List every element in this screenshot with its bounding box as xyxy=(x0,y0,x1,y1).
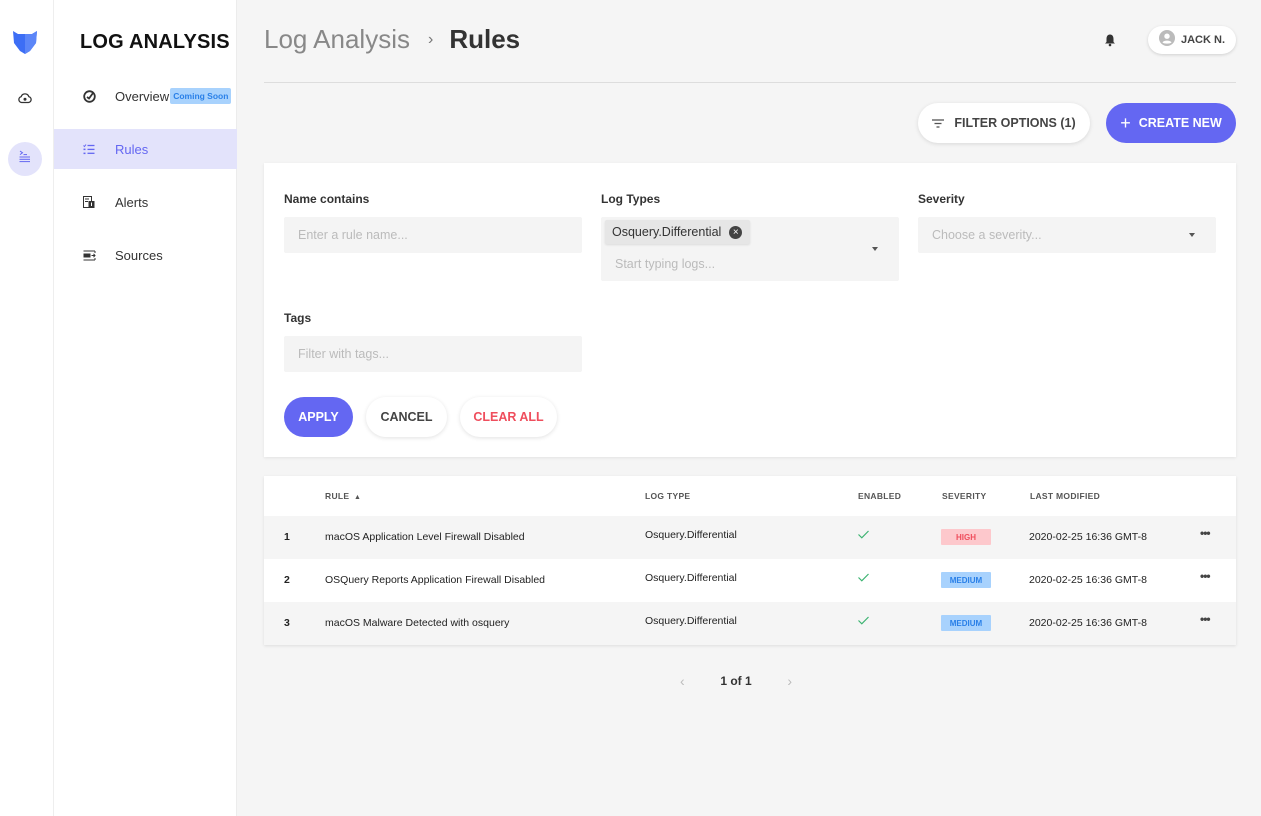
rules-table: RULE ▲ LOG TYPE ENABLED SEVERITY LAST MO… xyxy=(264,476,1236,645)
enabled-check-icon xyxy=(858,616,869,628)
rule-name-link[interactable]: OSQuery Reports Application Firewall Dis… xyxy=(325,574,545,586)
name-contains-placeholder: Enter a rule name... xyxy=(298,228,408,242)
cancel-button[interactable]: CANCEL xyxy=(366,397,447,437)
more-options-icon[interactable]: ••• xyxy=(1200,612,1211,626)
severity-badge: MEDIUM xyxy=(941,615,991,631)
row-index: 3 xyxy=(284,617,290,629)
avatar-icon xyxy=(1159,29,1175,51)
rule-name-link[interactable]: macOS Application Level Firewall Disable… xyxy=(325,531,525,543)
filter-panel: Name contains Enter a rule name... Log T… xyxy=(264,163,1236,457)
severity-placeholder: Choose a severity... xyxy=(932,228,1042,242)
filter-options-label: FILTER OPTIONS (1) xyxy=(954,116,1076,130)
nav-item-rules[interactable]: Rules xyxy=(54,129,237,169)
checklist-icon xyxy=(82,142,96,156)
user-menu-button[interactable]: JACK N. xyxy=(1148,26,1236,54)
row-log-type: Osquery.Differential xyxy=(645,615,737,627)
create-new-label: CREATE NEW xyxy=(1138,116,1222,130)
prev-page-icon[interactable]: ‹ xyxy=(680,673,685,689)
name-contains-input[interactable]: Enter a rule name... xyxy=(284,217,582,253)
coming-soon-badge: Coming Soon xyxy=(170,88,232,104)
enabled-check-icon xyxy=(858,573,869,585)
sort-ascending-icon: ▲ xyxy=(354,494,362,501)
clear-all-button[interactable]: CLEAR ALL xyxy=(460,397,557,437)
next-page-icon[interactable]: › xyxy=(787,673,792,689)
filter-icon xyxy=(932,118,945,128)
plus-icon: + xyxy=(1120,112,1131,133)
log-type-chip-label: Osquery.Differential xyxy=(612,225,722,239)
nav-item-alerts[interactable]: Alerts xyxy=(54,182,237,222)
row-log-type: Osquery.Differential xyxy=(645,529,737,541)
column-header-rule-label: RULE xyxy=(325,491,350,501)
row-index: 2 xyxy=(284,574,290,586)
table-row[interactable]: 2 OSQuery Reports Application Firewall D… xyxy=(264,559,1236,602)
icon-rail xyxy=(0,0,54,816)
header-divider xyxy=(264,82,1236,83)
enabled-check-icon xyxy=(858,530,869,542)
panther-logo-icon[interactable] xyxy=(12,29,38,55)
apply-button[interactable]: APPLY xyxy=(284,397,353,437)
breadcrumb-log-analysis[interactable]: Log Analysis xyxy=(264,24,410,55)
nav-item-sources[interactable]: Sources xyxy=(54,235,237,275)
tags-input[interactable]: Filter with tags... xyxy=(284,336,582,372)
section-title: LOG ANALYSIS xyxy=(80,31,230,53)
user-name: JACK N. xyxy=(1181,34,1226,46)
rail-cloud-security-button[interactable] xyxy=(8,83,42,117)
terminal-list-icon xyxy=(19,150,31,168)
row-last-modified: 2020-02-25 16:36 GMT-8 xyxy=(1029,574,1147,586)
rule-name-link[interactable]: macOS Malware Detected with osquery xyxy=(325,617,509,629)
name-contains-label: Name contains xyxy=(284,192,370,206)
severity-dropdown-caret-icon xyxy=(1189,233,1195,237)
column-header-severity[interactable]: SEVERITY xyxy=(942,491,986,501)
create-new-button[interactable]: + CREATE NEW xyxy=(1106,103,1236,143)
log-type-chip: Osquery.Differential × xyxy=(605,220,751,244)
remove-chip-icon[interactable]: × xyxy=(729,225,743,239)
gauge-check-icon xyxy=(82,89,96,103)
secondary-nav: LOG ANALYSIS Overview Coming Soon Rules … xyxy=(54,0,237,816)
log-types-label: Log Types xyxy=(601,192,661,206)
page-indicator: 1 of 1 xyxy=(720,674,752,688)
log-types-placeholder: Start typing logs... xyxy=(615,257,716,271)
nav-label-alerts: Alerts xyxy=(115,194,149,210)
nav-label-overview: Overview xyxy=(115,88,170,104)
cloud-eye-icon xyxy=(18,91,32,109)
row-last-modified: 2020-02-25 16:36 GMT-8 xyxy=(1029,617,1147,629)
log-types-multiselect[interactable]: Osquery.Differential × Start typing logs… xyxy=(601,217,899,281)
breadcrumb: Log Analysis › Rules xyxy=(264,24,520,55)
notifications-bell-icon[interactable] xyxy=(1103,33,1117,52)
page-title: Rules xyxy=(449,24,521,54)
row-index: 1 xyxy=(284,531,290,543)
severity-select[interactable]: Choose a severity... xyxy=(918,217,1216,253)
row-log-type: Osquery.Differential xyxy=(645,572,737,584)
filter-options-button[interactable]: FILTER OPTIONS (1) xyxy=(918,103,1090,143)
severity-label: Severity xyxy=(918,192,965,206)
column-header-enabled[interactable]: ENABLED xyxy=(858,491,901,501)
nav-label-rules: Rules xyxy=(115,141,149,157)
nav-item-overview[interactable]: Overview Coming Soon xyxy=(54,76,237,116)
tags-label: Tags xyxy=(284,311,312,325)
nav-label-sources: Sources xyxy=(115,247,163,263)
column-header-last-modified[interactable]: LAST MODIFIED xyxy=(1030,491,1100,501)
severity-badge: HIGH xyxy=(941,529,991,545)
more-options-icon[interactable]: ••• xyxy=(1200,526,1211,540)
column-header-log-type[interactable]: LOG TYPE xyxy=(645,491,690,501)
row-last-modified: 2020-02-25 16:36 GMT-8 xyxy=(1029,531,1147,543)
tags-placeholder: Filter with tags... xyxy=(298,347,389,361)
severity-badge: MEDIUM xyxy=(941,572,991,588)
alert-doc-icon xyxy=(82,195,96,209)
rail-log-analysis-button[interactable] xyxy=(8,142,42,176)
table-row[interactable]: 1 macOS Application Level Firewall Disab… xyxy=(264,516,1236,559)
table-row[interactable]: 3 macOS Malware Detected with osquery Os… xyxy=(264,602,1236,645)
column-header-rule[interactable]: RULE ▲ xyxy=(325,491,361,501)
log-types-dropdown-caret-icon[interactable] xyxy=(872,247,878,251)
pagination: ‹ 1 of 1 › xyxy=(680,671,792,691)
breadcrumb-separator-icon: › xyxy=(427,30,434,48)
source-input-icon xyxy=(82,248,96,262)
more-options-icon[interactable]: ••• xyxy=(1200,569,1211,583)
